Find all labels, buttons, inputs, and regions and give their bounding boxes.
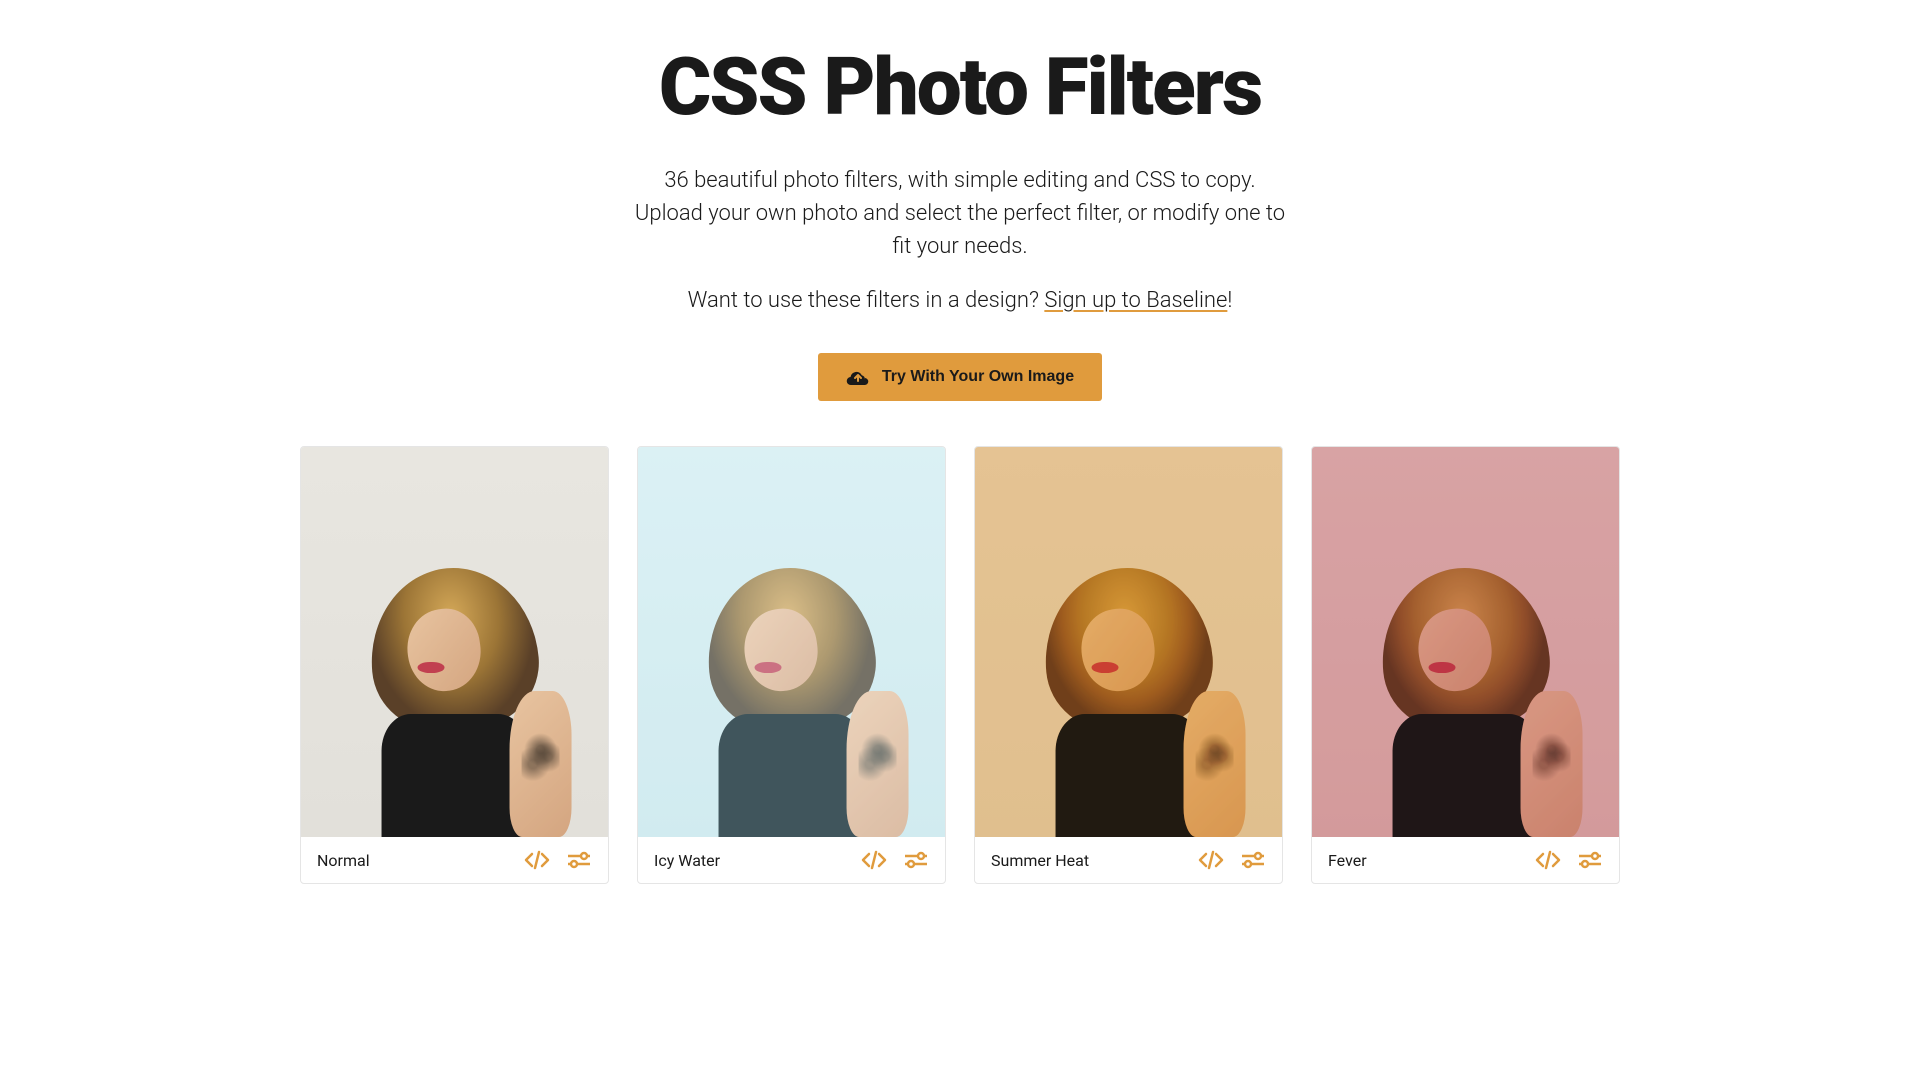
filter-preview-image[interactable] [638, 447, 945, 837]
filter-name-label: Icy Water [654, 851, 720, 870]
filter-actions [1535, 849, 1603, 871]
filter-card-footer: Summer Heat [975, 837, 1282, 883]
filter-card: Fever [1311, 446, 1620, 884]
code-icon[interactable] [524, 849, 550, 871]
filter-card-footer: Icy Water [638, 837, 945, 883]
upload-button-label: Try With Your Own Image [882, 368, 1074, 386]
filter-name-label: Normal [317, 851, 370, 870]
sliders-icon[interactable] [566, 849, 592, 871]
cta-suffix: ! [1227, 288, 1232, 313]
page-description: 36 beautiful photo filters, with simple … [630, 164, 1290, 263]
filter-name-label: Fever [1328, 851, 1367, 870]
filter-preview-image[interactable] [1312, 447, 1619, 837]
filter-actions [1198, 849, 1266, 871]
cta-text: Want to use these filters in a design? S… [300, 288, 1620, 313]
cta-prefix: Want to use these filters in a design? [688, 288, 1045, 313]
sample-photo [301, 447, 608, 837]
page-title: CSS Photo Filters [300, 40, 1620, 134]
filter-name-label: Summer Heat [991, 851, 1089, 870]
sliders-icon[interactable] [1240, 849, 1266, 871]
code-icon[interactable] [1198, 849, 1224, 871]
filter-actions [524, 849, 592, 871]
filter-preview-image[interactable] [301, 447, 608, 837]
upload-image-button[interactable]: Try With Your Own Image [818, 353, 1102, 401]
page-header: CSS Photo Filters 36 beautiful photo fil… [300, 40, 1620, 401]
signup-link[interactable]: Sign up to Baseline [1044, 288, 1227, 313]
filter-card: Normal [300, 446, 609, 884]
sliders-icon[interactable] [903, 849, 929, 871]
filter-card: Summer Heat [974, 446, 1283, 884]
sliders-icon[interactable] [1577, 849, 1603, 871]
filter-grid: Normal Icy Water Summer Heat Fever [300, 446, 1620, 884]
code-icon[interactable] [1535, 849, 1561, 871]
cloud-upload-icon [846, 367, 870, 387]
filter-actions [861, 849, 929, 871]
filter-card-footer: Fever [1312, 837, 1619, 883]
filter-card: Icy Water [637, 446, 946, 884]
code-icon[interactable] [861, 849, 887, 871]
filter-preview-image[interactable] [975, 447, 1282, 837]
filter-card-footer: Normal [301, 837, 608, 883]
